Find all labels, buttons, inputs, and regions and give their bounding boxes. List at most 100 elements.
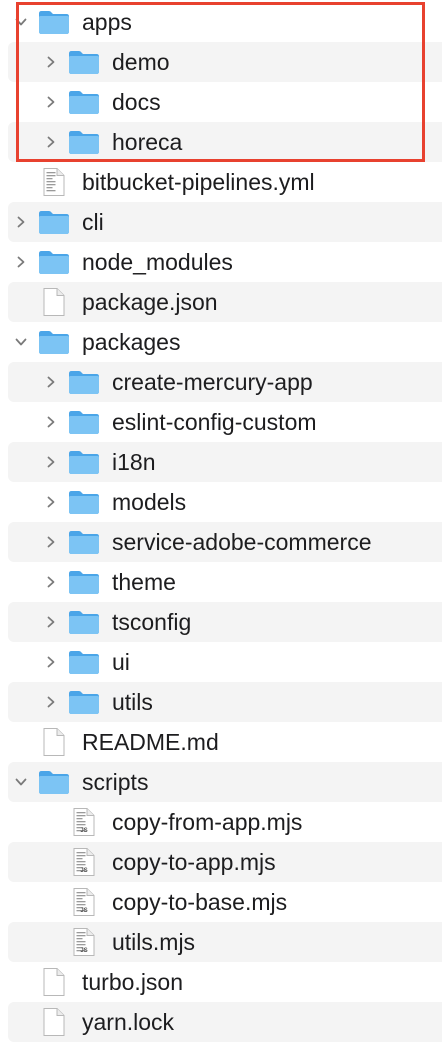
- item-name: service-adobe-commerce: [112, 529, 372, 555]
- folder-row-horeca[interactable]: horeca: [8, 122, 442, 162]
- file-row-yarn-lock[interactable]: yarn.lock: [8, 1002, 442, 1042]
- chevron-right-icon[interactable]: [42, 42, 60, 82]
- item-name: packages: [82, 329, 181, 355]
- folder-icon: [68, 642, 100, 682]
- item-name: tsconfig: [112, 609, 192, 635]
- js-file-icon: JS: [68, 802, 100, 842]
- file-row-copy-from-app-mjs[interactable]: JS copy-from-app.mjs: [8, 802, 442, 842]
- folder-row-utils[interactable]: utils: [8, 682, 442, 722]
- folder-icon: [68, 82, 100, 122]
- folder-row-packages[interactable]: packages: [8, 322, 442, 362]
- chevron-right-icon[interactable]: [42, 682, 60, 722]
- file-row-turbo-json[interactable]: turbo.json: [8, 962, 442, 1002]
- file-tree: apps demo docs horeca bitbucket-pipelines.ym…: [0, 2, 442, 1042]
- folder-icon: [38, 202, 70, 242]
- item-name: ui: [112, 649, 130, 675]
- chevron-right-icon[interactable]: [42, 522, 60, 562]
- folder-icon: [68, 402, 100, 442]
- file-row-bitbucket-pipelines-yml[interactable]: bitbucket-pipelines.yml: [8, 162, 442, 202]
- folder-icon: [68, 682, 100, 722]
- item-name: models: [112, 489, 187, 515]
- file-icon: [38, 1002, 70, 1042]
- item-name: theme: [112, 569, 176, 595]
- folder-row-docs[interactable]: docs: [8, 82, 442, 122]
- folder-row-ui[interactable]: ui: [8, 642, 442, 682]
- item-name: eslint-config-custom: [112, 409, 317, 435]
- svg-text:JS: JS: [80, 828, 87, 834]
- file-icon: [38, 962, 70, 1002]
- js-file-icon: JS: [68, 922, 100, 962]
- item-name: README.md: [82, 729, 219, 755]
- item-name: demo: [112, 49, 170, 75]
- folder-row-eslint-config-custom[interactable]: eslint-config-custom: [8, 402, 442, 442]
- item-name: turbo.json: [82, 969, 184, 995]
- folder-row-apps[interactable]: apps: [8, 2, 442, 42]
- item-name: horeca: [112, 129, 183, 155]
- item-name: package.json: [82, 289, 218, 315]
- folder-icon: [68, 122, 100, 162]
- svg-text:JS: JS: [80, 948, 87, 954]
- js-file-icon: JS: [68, 842, 100, 882]
- chevron-right-icon[interactable]: [42, 562, 60, 602]
- file-row-copy-to-app-mjs[interactable]: JS copy-to-app.mjs: [8, 842, 442, 882]
- folder-icon: [68, 522, 100, 562]
- item-name: i18n: [112, 449, 156, 475]
- item-name: node_modules: [82, 249, 233, 275]
- chevron-right-icon[interactable]: [42, 402, 60, 442]
- chevron-down-icon[interactable]: [12, 762, 30, 802]
- item-name: copy-to-base.mjs: [112, 889, 288, 915]
- chevron-right-icon[interactable]: [42, 642, 60, 682]
- chevron-right-icon[interactable]: [42, 442, 60, 482]
- chevron-right-icon[interactable]: [42, 362, 60, 402]
- folder-icon: [68, 602, 100, 642]
- folder-icon: [38, 762, 70, 802]
- item-name: cli: [82, 209, 104, 235]
- item-name: utils: [112, 689, 153, 715]
- folder-icon: [38, 2, 70, 42]
- folder-row-service-adobe-commerce[interactable]: service-adobe-commerce: [8, 522, 442, 562]
- file-row-utils-mjs[interactable]: JS utils.mjs: [8, 922, 442, 962]
- chevron-right-icon[interactable]: [42, 82, 60, 122]
- chevron-down-icon[interactable]: [12, 322, 30, 362]
- item-name: bitbucket-pipelines.yml: [82, 169, 315, 195]
- svg-text:JS: JS: [80, 908, 87, 914]
- folder-row-node-modules[interactable]: node_modules: [8, 242, 442, 282]
- folder-row-i18n[interactable]: i18n: [8, 442, 442, 482]
- js-file-icon: JS: [68, 882, 100, 922]
- item-name: utils.mjs: [112, 929, 196, 955]
- svg-text:JS: JS: [80, 868, 87, 874]
- folder-icon: [68, 42, 100, 82]
- file-row-readme-md[interactable]: README.md: [8, 722, 442, 762]
- file-icon: [38, 722, 70, 762]
- file-icon: [38, 282, 70, 322]
- text-file-icon: [38, 162, 70, 202]
- folder-row-tsconfig[interactable]: tsconfig: [8, 602, 442, 642]
- item-name: copy-to-app.mjs: [112, 849, 276, 875]
- file-row-copy-to-base-mjs[interactable]: JS copy-to-base.mjs: [8, 882, 442, 922]
- folder-icon: [68, 482, 100, 522]
- item-name: apps: [82, 9, 132, 35]
- folder-row-models[interactable]: models: [8, 482, 442, 522]
- folder-row-theme[interactable]: theme: [8, 562, 442, 602]
- file-row-package-json[interactable]: package.json: [8, 282, 442, 322]
- chevron-right-icon[interactable]: [42, 602, 60, 642]
- item-name: yarn.lock: [82, 1009, 175, 1035]
- item-name: scripts: [82, 769, 149, 795]
- folder-icon: [38, 242, 70, 282]
- folder-row-cli[interactable]: cli: [8, 202, 442, 242]
- chevron-right-icon[interactable]: [12, 242, 30, 282]
- item-name: copy-from-app.mjs: [112, 809, 303, 835]
- folder-row-scripts[interactable]: scripts: [8, 762, 442, 802]
- folder-icon: [68, 362, 100, 402]
- chevron-right-icon[interactable]: [12, 202, 30, 242]
- item-name: docs: [112, 89, 161, 115]
- folder-icon: [68, 442, 100, 482]
- folder-row-demo[interactable]: demo: [8, 42, 442, 82]
- folder-row-create-mercury-app[interactable]: create-mercury-app: [8, 362, 442, 402]
- chevron-right-icon[interactable]: [42, 482, 60, 522]
- item-name: create-mercury-app: [112, 369, 313, 395]
- folder-icon: [38, 322, 70, 362]
- chevron-down-icon[interactable]: [12, 2, 30, 42]
- chevron-right-icon[interactable]: [42, 122, 60, 162]
- folder-icon: [68, 562, 100, 602]
